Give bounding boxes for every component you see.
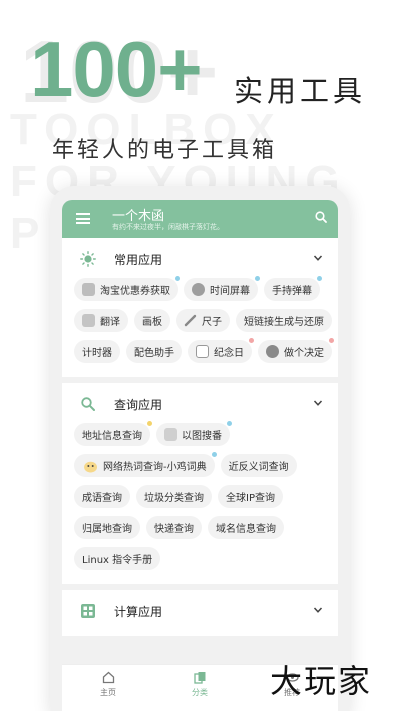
tool-label: 域名信息查询: [216, 524, 276, 535]
tool-label: 手持弹幕: [272, 286, 312, 297]
new-badge-dot: [227, 421, 232, 426]
tool-chip-short-link[interactable]: 短链接生成与还原: [236, 309, 332, 332]
tool-chip-translate[interactable]: 翻译: [74, 309, 128, 332]
tool-chip-slang-dictionary[interactable]: 网络热词查询-小鸡词典: [74, 452, 217, 477]
tool-label: 画板: [142, 317, 162, 328]
tool-chip-express-tracking[interactable]: 快递查询: [146, 516, 202, 539]
section-calculate: 计算应用: [62, 590, 338, 636]
tool-chip-color-helper[interactable]: 配色助手: [126, 340, 182, 363]
tool-chip-garbage-sorting[interactable]: 垃圾分类查询: [136, 485, 212, 508]
decision-icon: [266, 345, 279, 358]
tool-chip-linux-manual[interactable]: Linux 指令手册: [74, 547, 161, 570]
tool-label: 全球IP查询: [226, 493, 275, 504]
tool-label: 成语查询: [82, 493, 122, 504]
new-badge-dot: [329, 338, 334, 343]
svg-text:大玩家: 大玩家: [270, 662, 372, 700]
tool-chip-ruler[interactable]: 尺子: [176, 309, 230, 332]
new-badge-dot: [147, 421, 152, 426]
background-text-p: P: [10, 209, 48, 258]
new-badge-dot: [249, 338, 254, 343]
tool-chip-taobao-coupon[interactable]: 淘宝优惠券获取: [74, 276, 180, 301]
tool-chip-image-search-anime[interactable]: 以图搜番: [156, 421, 232, 446]
nav-label: 主页: [100, 688, 116, 697]
calendar-icon: [196, 345, 209, 358]
tool-chip-phone-location[interactable]: 归属地查询: [74, 516, 140, 539]
image-search-icon: [164, 428, 177, 441]
tool-label: 纪念日: [214, 348, 244, 359]
tool-label: 尺子: [202, 317, 222, 328]
shopping-bag-icon: [82, 283, 95, 296]
hero-number: 100+: [30, 25, 203, 113]
ruler-icon: [184, 314, 197, 327]
section-header[interactable]: 查询应用: [74, 393, 338, 417]
chevron-down-icon[interactable]: [312, 604, 324, 616]
clock-icon: [192, 283, 205, 296]
nav-home[interactable]: 主页: [78, 671, 138, 698]
menu-icon[interactable]: [76, 213, 90, 224]
tool-label: 淘宝优惠券获取: [100, 286, 170, 297]
new-badge-dot: [317, 276, 322, 281]
translate-icon: [82, 314, 95, 327]
watermark-logo: 大玩家: [270, 662, 372, 700]
category-icon: [193, 672, 205, 684]
sun-icon: [80, 251, 96, 267]
calculator-icon: [81, 604, 95, 618]
section-title: 常用应用: [114, 253, 163, 267]
section-title: 查询应用: [114, 398, 163, 412]
tool-label: 计时器: [82, 348, 112, 359]
tool-chip-address-query[interactable]: 地址信息查询: [74, 421, 152, 446]
chevron-down-icon[interactable]: [312, 252, 324, 264]
tool-chip-synonym-query[interactable]: 近反义词查询: [220, 454, 297, 477]
tool-chip-idiom-query[interactable]: 成语查询: [74, 485, 130, 508]
nav-category[interactable]: 分类: [170, 671, 230, 698]
tool-list[interactable]: 常用应用 淘宝优惠券获取 时间屏幕 手持弹幕 翻译 画板 尺子 短链接生成与还原…: [62, 238, 338, 664]
tool-label: 快递查询: [154, 524, 194, 535]
tool-chip-danmaku[interactable]: 手持弹幕: [264, 276, 322, 301]
tool-label: 垃圾分类查询: [144, 493, 204, 504]
tool-label: 网络热词查询-小鸡词典: [103, 462, 207, 473]
new-badge-dot: [255, 276, 260, 281]
tool-chip-time-screen[interactable]: 时间屏幕: [184, 276, 260, 301]
search-icon: [81, 397, 95, 411]
tool-chip-anniversary[interactable]: 纪念日: [188, 338, 254, 363]
tool-chip-domain-whois[interactable]: 域名信息查询: [208, 516, 284, 539]
tool-chip-decision[interactable]: 做个决定: [258, 338, 334, 363]
tool-label: 配色助手: [134, 348, 174, 359]
section-query: 查询应用 地址信息查询 以图搜番 网络热词查询-小鸡词典 近反义词查询 成语查询…: [62, 383, 338, 584]
new-badge-dot: [211, 452, 217, 457]
section-header[interactable]: 计算应用: [74, 600, 338, 624]
tool-label: 归属地查询: [82, 524, 132, 535]
tool-label: 以图搜番: [182, 431, 222, 442]
app-motto: 有约不来过夜半，闲敲棋子落灯花。: [112, 223, 224, 231]
search-icon[interactable]: [315, 211, 327, 223]
new-badge-dot: [175, 276, 180, 281]
tool-label: 翻译: [100, 317, 120, 328]
hero-label: 实用工具: [234, 74, 367, 108]
chick-icon: [84, 461, 97, 472]
app-bar: 一个木函 有约不来过夜半，闲敲棋子落灯花。: [62, 200, 338, 238]
tool-chip-timer[interactable]: 计时器: [74, 340, 120, 363]
tool-chip-drawing-board[interactable]: 画板: [134, 309, 170, 332]
tool-label: 短链接生成与还原: [244, 317, 324, 328]
section-title: 计算应用: [114, 605, 163, 619]
phone-mockup: 一个木函 有约不来过夜半，闲敲棋子落灯花。 常用应用 淘宝优惠券获取 时间屏幕 …: [50, 186, 350, 711]
tool-label: 地址信息查询: [82, 431, 142, 442]
tool-chip-global-ip[interactable]: 全球IP查询: [218, 485, 283, 508]
section-common: 常用应用 淘宝优惠券获取 时间屏幕 手持弹幕 翻译 画板 尺子 短链接生成与还原…: [62, 238, 338, 377]
hero-subtitle: 年轻人的电子工具箱: [52, 138, 278, 163]
home-icon: [102, 671, 114, 684]
chevron-down-icon[interactable]: [312, 397, 324, 409]
tool-label: Linux 指令手册: [82, 555, 153, 566]
tool-label: 做个决定: [284, 348, 324, 359]
tool-label: 时间屏幕: [210, 286, 250, 297]
nav-label: 分类: [192, 688, 208, 697]
section-header[interactable]: 常用应用: [74, 248, 338, 272]
tool-label: 近反义词查询: [228, 462, 289, 473]
